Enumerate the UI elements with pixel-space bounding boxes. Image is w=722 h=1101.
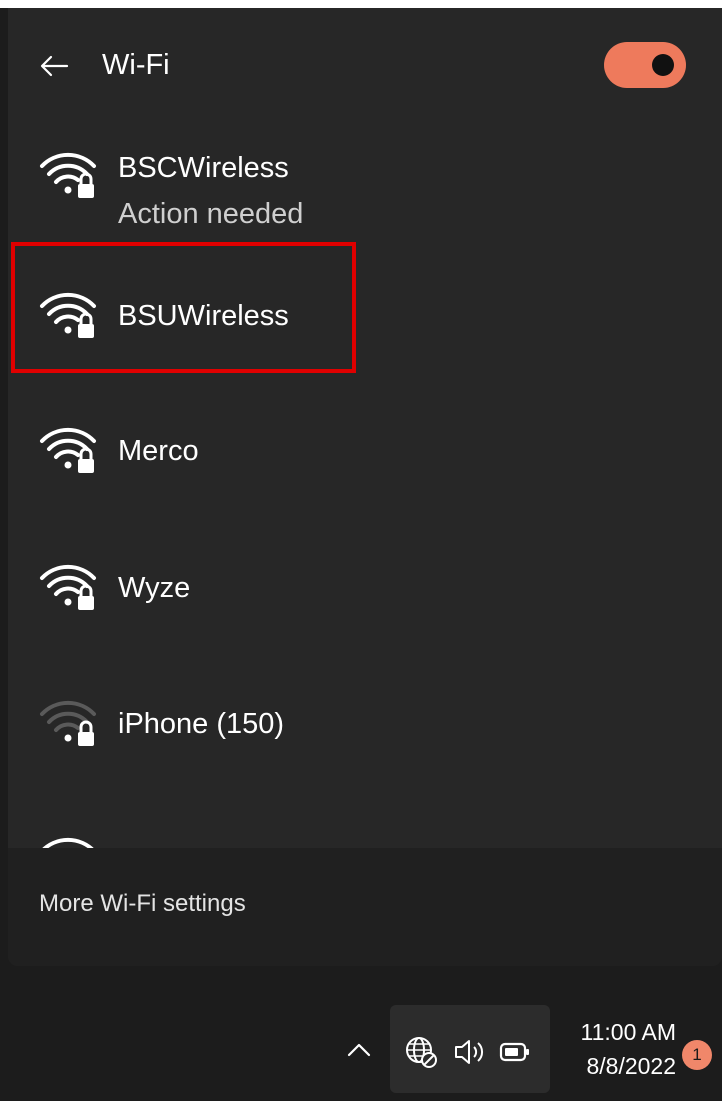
more-wifi-settings-link[interactable]: More Wi-Fi settings xyxy=(39,890,246,918)
taskbar: 11:00 AM 8/8/2022 1 xyxy=(0,995,722,1101)
battery-icon xyxy=(499,1042,529,1062)
wifi-secured-icon xyxy=(40,152,96,198)
wifi-footer: More Wi-Fi settings xyxy=(8,848,722,966)
network-item-iphone[interactable]: iPhone (150) xyxy=(8,686,722,766)
globe-no-internet-icon xyxy=(406,1037,437,1068)
back-button[interactable] xyxy=(36,48,72,84)
network-item-bscwireless[interactable]: BSCWireless Action needed xyxy=(8,138,722,238)
clock-date: 8/8/2022 xyxy=(586,1053,676,1079)
notification-badge[interactable]: 1 xyxy=(682,1040,712,1070)
speaker-icon xyxy=(455,1040,484,1064)
network-name: iPhone (150) xyxy=(118,708,285,740)
taskbar-clock[interactable]: 11:00 AM 8/8/2022 xyxy=(560,1015,676,1083)
toggle-knob xyxy=(652,54,674,76)
show-hidden-icons-button[interactable] xyxy=(342,1035,376,1065)
network-status: Action needed xyxy=(118,198,304,230)
top-edge xyxy=(0,0,722,8)
network-name: BSCWireless xyxy=(118,152,289,184)
network-item-wyze[interactable]: Wyze xyxy=(8,550,722,630)
clock-time: 11:00 AM xyxy=(580,1019,676,1045)
arrow-left-icon xyxy=(40,55,69,77)
network-name: Wyze xyxy=(118,572,191,604)
quick-settings-button[interactable] xyxy=(390,1005,550,1093)
wifi-secured-icon xyxy=(40,292,96,338)
wifi-weak-secured-icon xyxy=(40,700,96,746)
network-name: BSUWireless xyxy=(118,300,289,332)
chevron-up-icon xyxy=(347,1043,371,1057)
wifi-secured-icon xyxy=(40,564,96,610)
network-item-merco[interactable]: Merco xyxy=(8,413,722,493)
wifi-toggle[interactable] xyxy=(604,42,686,88)
wifi-secured-icon xyxy=(40,427,96,473)
network-name: Merco xyxy=(118,435,199,467)
network-item-bsuwireless[interactable]: BSUWireless xyxy=(8,278,722,358)
wifi-flyout: Wi-Fi BSCWireless Action needed BSUWirel… xyxy=(8,8,722,966)
wifi-header: Wi-Fi xyxy=(8,8,722,128)
page-title: Wi-Fi xyxy=(102,49,170,81)
